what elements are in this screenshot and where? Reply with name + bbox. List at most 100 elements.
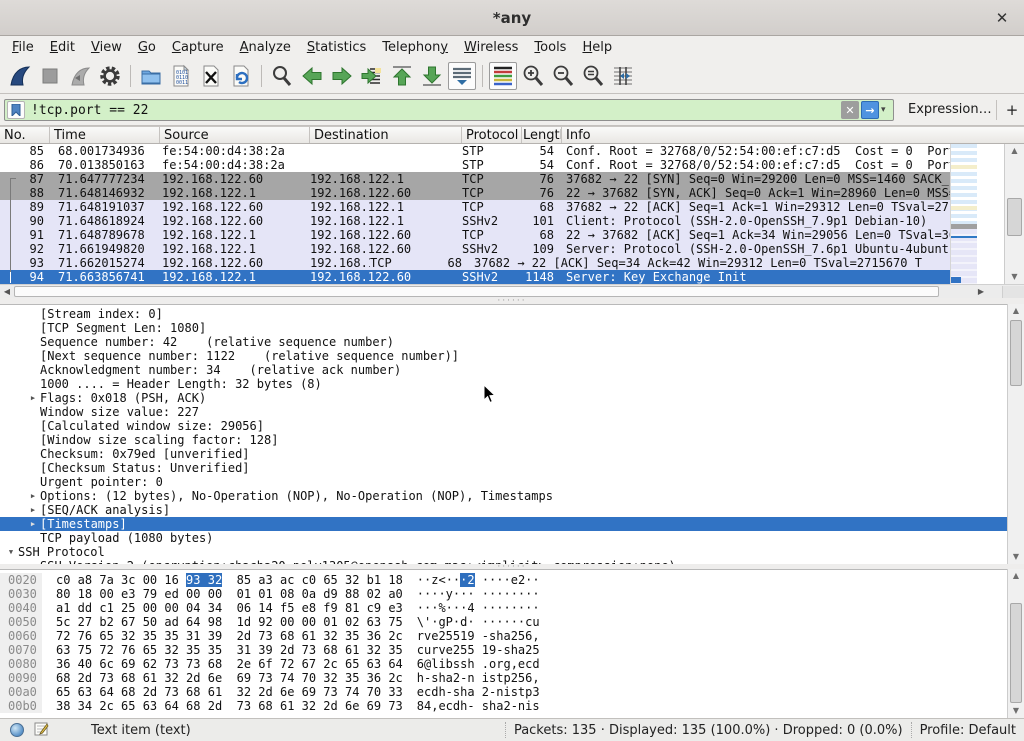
menu-statistics[interactable]: Statistics bbox=[299, 39, 374, 56]
scrollbar-thumb[interactable] bbox=[1007, 198, 1022, 236]
details-scrollbar[interactable]: ▲ ▼ bbox=[1007, 304, 1024, 564]
auto-scroll-button[interactable] bbox=[448, 62, 476, 90]
detail-line[interactable]: Urgent pointer: 0 bbox=[0, 475, 1007, 489]
filter-bookmark-button[interactable] bbox=[7, 101, 25, 119]
scroll-down-arrow-icon[interactable]: ▼ bbox=[1005, 270, 1024, 284]
stop-capture-button[interactable] bbox=[36, 62, 64, 90]
scroll-down-arrow-icon[interactable]: ▼ bbox=[1008, 550, 1024, 564]
resize-columns-button[interactable] bbox=[609, 62, 637, 90]
column-header-time[interactable]: Time bbox=[50, 127, 160, 143]
detail-line[interactable]: TCP payload (1080 bytes) bbox=[0, 531, 1007, 545]
column-header-destination[interactable]: Destination bbox=[310, 127, 462, 143]
scroll-down-arrow-icon[interactable]: ▼ bbox=[1008, 704, 1024, 718]
go-last-button[interactable] bbox=[418, 62, 446, 90]
packet-row-88[interactable]: 8871.648146932192.168.122.1192.168.122.6… bbox=[0, 186, 977, 200]
hex-scrollbar[interactable]: ▲ ▼ bbox=[1007, 569, 1024, 718]
zoom-in-button[interactable] bbox=[519, 62, 547, 90]
detail-line[interactable]: [Window size scaling factor: 128] bbox=[0, 433, 1007, 447]
scroll-left-arrow-icon[interactable]: ◀ bbox=[0, 285, 14, 299]
zoom-out-button[interactable] bbox=[549, 62, 577, 90]
hex-row[interactable]: 00b038 34 2c 65 63 64 68 2d 73 68 61 32 … bbox=[0, 699, 1007, 713]
chevron-right-icon[interactable] bbox=[26, 503, 40, 517]
start-capture-button[interactable] bbox=[6, 62, 34, 90]
packet-list-minimap[interactable] bbox=[950, 144, 977, 284]
open-file-button[interactable] bbox=[137, 62, 165, 90]
go-forward-button[interactable] bbox=[328, 62, 356, 90]
detail-line[interactable]: Window size value: 227 bbox=[0, 405, 1007, 419]
restart-capture-button[interactable] bbox=[66, 62, 94, 90]
detail-line[interactable]: Sequence number: 42 (relative sequence n… bbox=[0, 335, 1007, 349]
expert-info-icon[interactable] bbox=[10, 723, 24, 737]
scroll-up-arrow-icon[interactable]: ▲ bbox=[1008, 569, 1024, 583]
add-filter-button-plus[interactable]: + bbox=[1004, 101, 1020, 119]
hscrollbar-thumb[interactable] bbox=[14, 286, 939, 297]
detail-line-ssh-protocol[interactable]: SSH Protocol bbox=[0, 545, 1007, 559]
packet-row-85[interactable]: 8568.001734936fe:54:00:d4:38:2aSTP54Conf… bbox=[0, 144, 977, 158]
packet-row-91[interactable]: 9171.648789678192.168.122.1192.168.122.6… bbox=[0, 228, 977, 242]
column-header-length[interactable]: Length bbox=[522, 127, 562, 143]
menu-help[interactable]: Help bbox=[574, 39, 620, 56]
expression-button[interactable]: Expression… bbox=[908, 102, 992, 117]
detail-line[interactable]: [TCP Segment Len: 1080] bbox=[0, 321, 1007, 335]
packet-row-93[interactable]: 9371.662015274192.168.122.60192.168.122.… bbox=[0, 256, 977, 270]
hex-row[interactable]: 003080 18 00 e3 79 ed 00 00 01 01 08 0a … bbox=[0, 587, 1007, 601]
find-packet-button[interactable] bbox=[268, 62, 296, 90]
zoom-original-button[interactable] bbox=[579, 62, 607, 90]
menu-wireless[interactable]: Wireless bbox=[456, 39, 526, 56]
scroll-up-arrow-icon[interactable]: ▲ bbox=[1005, 144, 1024, 158]
display-filter-box[interactable]: ✕ → ▾ bbox=[4, 99, 894, 121]
hex-row[interactable]: 009068 2d 73 68 61 32 2d 6e 69 73 74 70 … bbox=[0, 671, 1007, 685]
packet-row-89[interactable]: 8971.648191037192.168.122.60192.168.122.… bbox=[0, 200, 977, 214]
menu-tools[interactable]: Tools bbox=[526, 39, 574, 56]
column-header-source[interactable]: Source bbox=[160, 127, 310, 143]
go-first-button[interactable] bbox=[388, 62, 416, 90]
menu-capture[interactable]: Capture bbox=[164, 39, 232, 56]
go-back-button[interactable] bbox=[298, 62, 326, 90]
packet-row-86[interactable]: 8670.013850163fe:54:00:d4:38:2aSTP54Conf… bbox=[0, 158, 977, 172]
menu-analyze[interactable]: Analyze bbox=[232, 39, 299, 56]
detail-line[interactable]: Acknowledgment number: 34 (relative ack … bbox=[0, 363, 1007, 377]
detail-line-timestamps-selected[interactable]: [Timestamps] bbox=[0, 517, 1007, 531]
detail-line[interactable]: Checksum: 0x79ed [unverified] bbox=[0, 447, 1007, 461]
chevron-right-icon[interactable] bbox=[26, 489, 40, 503]
column-header-no[interactable]: No. bbox=[0, 127, 50, 143]
scroll-up-arrow-icon[interactable]: ▲ bbox=[1008, 304, 1024, 318]
menu-edit[interactable]: Edit bbox=[42, 39, 83, 56]
menu-telephony[interactable]: Telephony bbox=[374, 39, 456, 56]
detail-line-seq-ack[interactable]: [SEQ/ACK analysis] bbox=[0, 503, 1007, 517]
filter-clear-button[interactable]: ✕ bbox=[841, 101, 859, 119]
close-window-button[interactable]: ✕ bbox=[992, 8, 1012, 28]
hex-row[interactable]: 0020c0 a8 7a 3c 00 16 93 32 85 a3 ac c0 … bbox=[0, 573, 1007, 587]
menu-view[interactable]: View bbox=[83, 39, 130, 56]
packet-row-90[interactable]: 9071.648618924192.168.122.60192.168.122.… bbox=[0, 214, 977, 228]
chevron-right-icon[interactable] bbox=[26, 517, 40, 531]
go-to-packet-button[interactable] bbox=[358, 62, 386, 90]
chevron-right-icon[interactable] bbox=[26, 391, 40, 405]
hex-row[interactable]: 00505c 27 b2 67 50 ad 64 98 1d 92 00 00 … bbox=[0, 615, 1007, 629]
chevron-down-icon[interactable] bbox=[4, 545, 18, 559]
scrollbar-thumb[interactable] bbox=[1010, 603, 1022, 703]
colorize-packets-button[interactable] bbox=[489, 62, 517, 90]
detail-line[interactable]: [Stream index: 0] bbox=[0, 307, 1007, 321]
detail-line[interactable]: 1000 .... = Header Length: 32 bytes (8) bbox=[0, 377, 1007, 391]
hex-row[interactable]: 006072 76 65 32 35 35 31 39 2d 73 68 61 … bbox=[0, 629, 1007, 643]
menu-file[interactable]: File bbox=[4, 39, 42, 56]
hex-row[interactable]: 00a065 63 64 68 2d 73 68 61 32 2d 6e 69 … bbox=[0, 685, 1007, 699]
hex-row[interactable]: 008036 40 6c 69 62 73 73 68 2e 6f 72 67 … bbox=[0, 657, 1007, 671]
column-header-info[interactable]: Info bbox=[562, 127, 1024, 143]
packet-row-87[interactable]: 8771.647777234192.168.122.60192.168.122.… bbox=[0, 172, 977, 186]
scrollbar-thumb[interactable] bbox=[1010, 320, 1022, 386]
scroll-right-arrow-icon[interactable]: ▶ bbox=[974, 285, 988, 299]
detail-line[interactable]: [Checksum Status: Unverified] bbox=[0, 461, 1007, 475]
packet-row-94-selected[interactable]: 9471.663856741192.168.122.1192.168.122.6… bbox=[0, 270, 977, 284]
packet-row-92[interactable]: 9271.661949820192.168.122.1192.168.122.6… bbox=[0, 242, 977, 256]
title-bar[interactable]: *any ✕ bbox=[0, 0, 1024, 36]
filter-dropdown-caret[interactable]: ▾ bbox=[881, 105, 893, 115]
capture-comment-icon[interactable] bbox=[34, 721, 49, 740]
hex-row[interactable]: 007063 75 72 76 65 32 35 35 31 39 2d 73 … bbox=[0, 643, 1007, 657]
hex-row[interactable]: 0040a1 dd c1 25 00 00 04 34 06 14 f5 e8 … bbox=[0, 601, 1007, 615]
reload-file-button[interactable] bbox=[227, 62, 255, 90]
detail-line-flags[interactable]: Flags: 0x018 (PSH, ACK) bbox=[0, 391, 1007, 405]
capture-options-button[interactable] bbox=[96, 62, 124, 90]
close-file-button[interactable] bbox=[197, 62, 225, 90]
